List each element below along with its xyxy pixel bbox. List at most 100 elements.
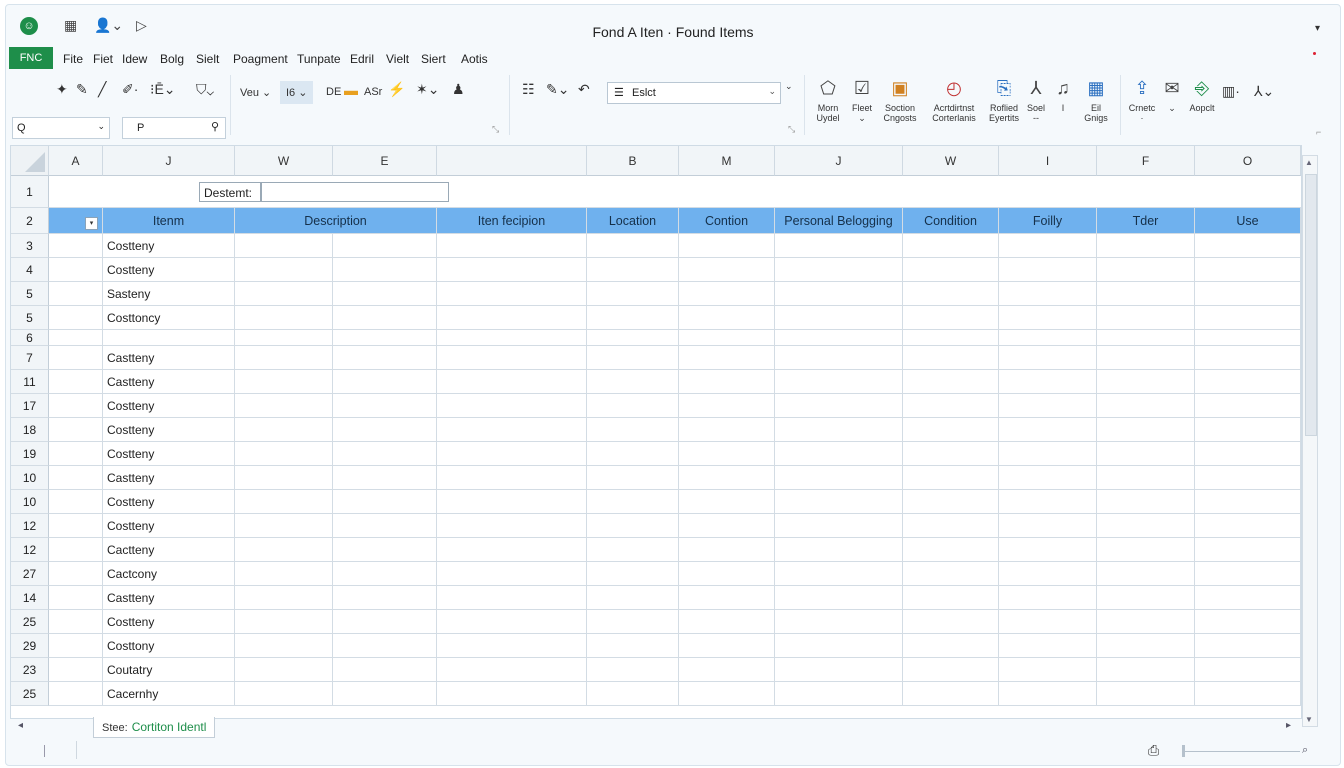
item-cell[interactable]: Cactteny: [103, 538, 235, 562]
table-cell[interactable]: [437, 538, 587, 562]
table-cell[interactable]: [999, 682, 1097, 706]
table-cell[interactable]: [775, 234, 903, 258]
menu-item[interactable]: Fiet: [93, 52, 113, 66]
table-cell[interactable]: [903, 330, 999, 346]
table-cell[interactable]: [775, 282, 903, 306]
table-cell[interactable]: [999, 634, 1097, 658]
table-cell[interactable]: [437, 346, 587, 370]
table-cell[interactable]: [333, 330, 437, 346]
sparkle-icon[interactable]: ✶⌄: [416, 81, 439, 98]
table-cell[interactable]: [1195, 258, 1301, 282]
table-cell[interactable]: [333, 682, 437, 706]
zoom-slider-thumb[interactable]: [1182, 745, 1185, 757]
table-cell[interactable]: [1195, 562, 1301, 586]
table-cell[interactable]: [587, 346, 679, 370]
table-cell[interactable]: [49, 330, 103, 346]
table-cell[interactable]: [1195, 282, 1301, 306]
table-cell[interactable]: [587, 610, 679, 634]
table-cell[interactable]: [333, 658, 437, 682]
item-cell[interactable]: Castteny: [103, 586, 235, 610]
page-layout-icon[interactable]: ⎙: [1148, 742, 1159, 759]
table-cell[interactable]: [587, 418, 679, 442]
table-cell[interactable]: [49, 634, 103, 658]
item-cell[interactable]: Castteny: [103, 466, 235, 490]
menu-item[interactable]: Aotis: [461, 52, 488, 66]
ribbon-tile[interactable]: ▦ Eil Gnigs: [1078, 77, 1114, 123]
table-cell[interactable]: [1195, 586, 1301, 610]
pencil-icon[interactable]: ✎: [76, 81, 88, 98]
table-cell[interactable]: [587, 466, 679, 490]
table-cell[interactable]: [775, 442, 903, 466]
item-cell[interactable]: [103, 330, 235, 346]
table-cell[interactable]: [999, 586, 1097, 610]
table-cell[interactable]: [235, 634, 333, 658]
table-cell[interactable]: [1097, 418, 1195, 442]
ribbon-tile[interactable]: ⎆ Aopclt: [1182, 77, 1222, 113]
table-cell[interactable]: [1097, 466, 1195, 490]
table-cell[interactable]: [333, 282, 437, 306]
menu-item[interactable]: Idew: [122, 52, 147, 66]
table-cell[interactable]: [903, 658, 999, 682]
table-cell[interactable]: [333, 258, 437, 282]
table-cell[interactable]: [1097, 562, 1195, 586]
table-cell[interactable]: [333, 514, 437, 538]
table-cell[interactable]: [235, 514, 333, 538]
table-cell[interactable]: [49, 442, 103, 466]
table-cell[interactable]: [1097, 658, 1195, 682]
scroll-down-icon[interactable]: ▼: [1305, 715, 1313, 724]
table-cell[interactable]: [437, 610, 587, 634]
table-cell[interactable]: [333, 418, 437, 442]
table-cell[interactable]: [775, 586, 903, 610]
row-header[interactable]: 17: [11, 394, 49, 418]
table-cell[interactable]: [679, 658, 775, 682]
table-cell[interactable]: [999, 282, 1097, 306]
table-cell[interactable]: [235, 562, 333, 586]
table-cell[interactable]: [235, 330, 333, 346]
item-cell[interactable]: Costteny: [103, 490, 235, 514]
table-cell[interactable]: [1195, 466, 1301, 490]
table-cell[interactable]: [775, 466, 903, 490]
menu-item[interactable]: Vielt: [386, 52, 409, 66]
table-cell[interactable]: [999, 418, 1097, 442]
table-cell[interactable]: [437, 394, 587, 418]
item-cell[interactable]: Costtony: [103, 634, 235, 658]
table-header-cell[interactable]: Condition: [903, 208, 999, 234]
table-cell[interactable]: [235, 394, 333, 418]
table-cell[interactable]: [1097, 682, 1195, 706]
table-cell[interactable]: [903, 634, 999, 658]
table-cell[interactable]: [49, 346, 103, 370]
table-cell[interactable]: [775, 514, 903, 538]
format-icon[interactable]: ⁝Ē⌄: [150, 81, 176, 98]
table-cell[interactable]: [775, 394, 903, 418]
table-cell[interactable]: [999, 658, 1097, 682]
table-cell[interactable]: [1195, 442, 1301, 466]
table-cell[interactable]: [587, 514, 679, 538]
column-header[interactable]: W: [903, 146, 999, 176]
column-header[interactable]: J: [775, 146, 903, 176]
table-cell[interactable]: [999, 490, 1097, 514]
item-cell[interactable]: Coutatry: [103, 658, 235, 682]
magic-icon[interactable]: ⚡: [388, 81, 405, 98]
line-icon[interactable]: ╱: [98, 81, 106, 98]
table-cell[interactable]: [1195, 306, 1301, 330]
table-cell[interactable]: [1195, 514, 1301, 538]
table-cell[interactable]: [235, 586, 333, 610]
pen-icon[interactable]: ✐·: [122, 81, 138, 98]
table-cell[interactable]: [1097, 370, 1195, 394]
table-cell[interactable]: [49, 538, 103, 562]
table-cell[interactable]: [679, 634, 775, 658]
row-header[interactable]: 25: [11, 610, 49, 634]
table-cell[interactable]: [1195, 634, 1301, 658]
table-cell[interactable]: [333, 586, 437, 610]
table-cell[interactable]: [903, 442, 999, 466]
person-icon[interactable]: ♟: [452, 81, 465, 98]
table-cell[interactable]: [1195, 346, 1301, 370]
row-header[interactable]: 25: [11, 682, 49, 706]
table-cell[interactable]: [587, 634, 679, 658]
table-cell[interactable]: [437, 466, 587, 490]
table-cell[interactable]: [49, 394, 103, 418]
table-cell[interactable]: [903, 306, 999, 330]
row-header[interactable]: 27: [11, 562, 49, 586]
table-cell[interactable]: [235, 346, 333, 370]
collapse-ribbon-icon[interactable]: ⌐: [1316, 127, 1321, 137]
